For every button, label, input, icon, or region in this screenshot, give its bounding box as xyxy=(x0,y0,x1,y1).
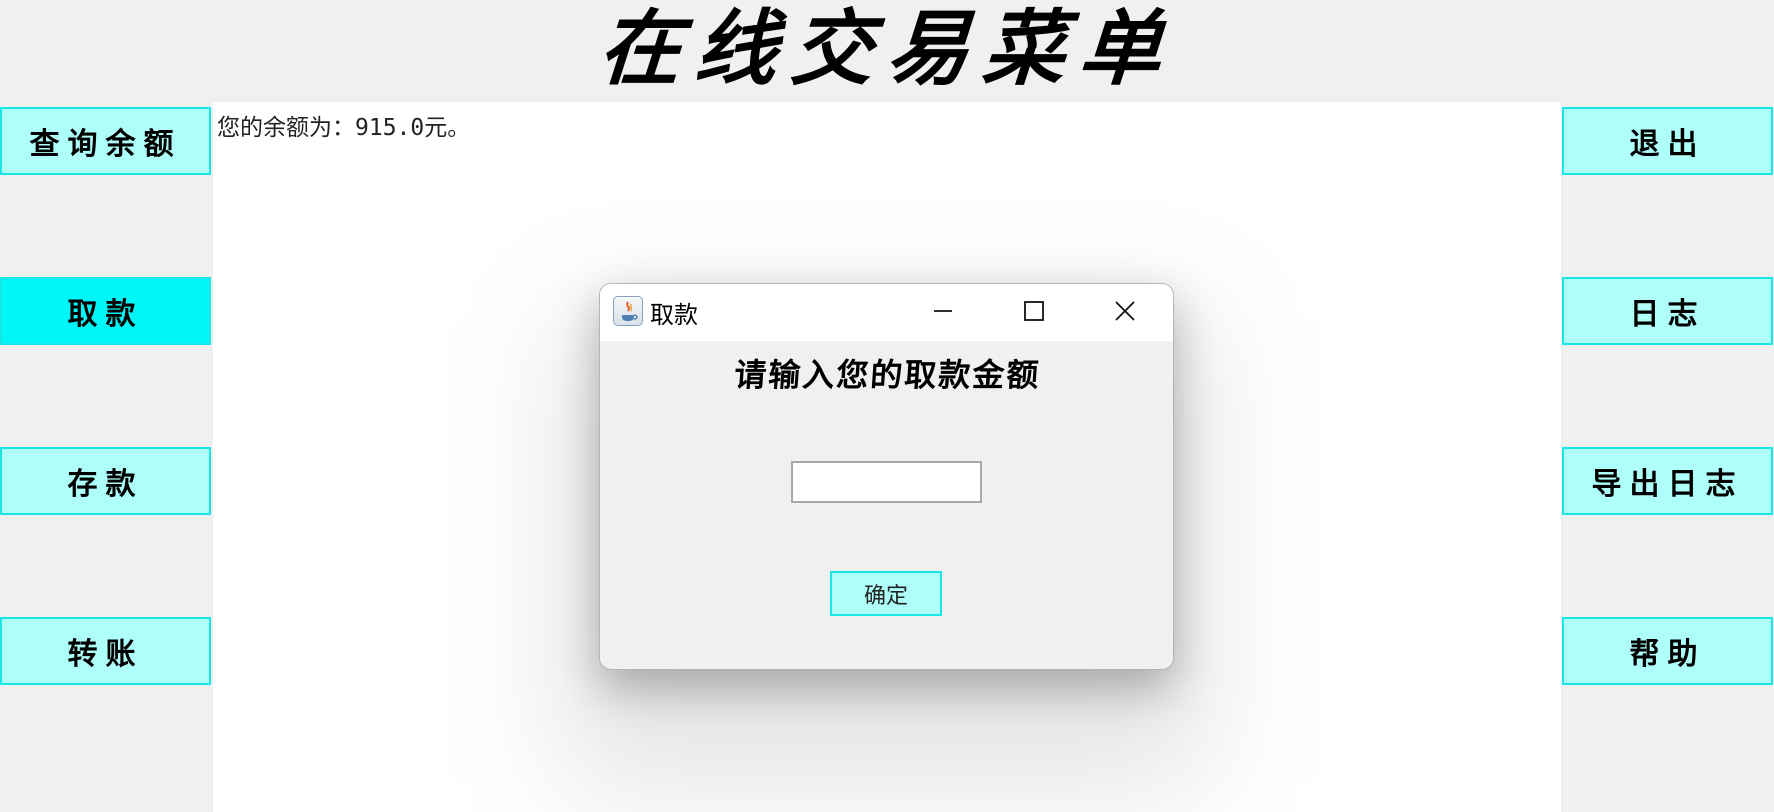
java-cup-icon xyxy=(613,296,643,326)
withdraw-amount-input[interactable] xyxy=(791,461,982,503)
query-balance-button[interactable]: 查询余额 xyxy=(0,107,211,175)
withdraw-prompt: 请输入您的取款金额 xyxy=(733,356,1042,394)
withdraw-dialog: 取款 请输入您的取款金额 确定 xyxy=(599,283,1174,670)
close-icon[interactable] xyxy=(1107,293,1143,329)
log-button[interactable]: 日志 xyxy=(1562,277,1773,345)
help-button[interactable]: 帮助 xyxy=(1562,617,1773,685)
maximize-icon[interactable] xyxy=(1016,293,1052,329)
transfer-button[interactable]: 转账 xyxy=(0,617,211,685)
dialog-titlebar[interactable]: 取款 xyxy=(600,284,1173,341)
withdraw-button[interactable]: 取款 xyxy=(0,277,211,345)
main-title: 在线交易菜单 xyxy=(595,1,1179,97)
export-log-button[interactable]: 导出日志 xyxy=(1562,447,1773,515)
confirm-button[interactable]: 确定 xyxy=(830,571,942,616)
exit-button[interactable]: 退出 xyxy=(1562,107,1773,175)
deposit-button[interactable]: 存款 xyxy=(0,447,211,515)
minimize-icon[interactable] xyxy=(925,293,961,329)
balance-text: 您的余额为：915.0元。 xyxy=(217,115,471,141)
dialog-title: 取款 xyxy=(650,301,698,329)
